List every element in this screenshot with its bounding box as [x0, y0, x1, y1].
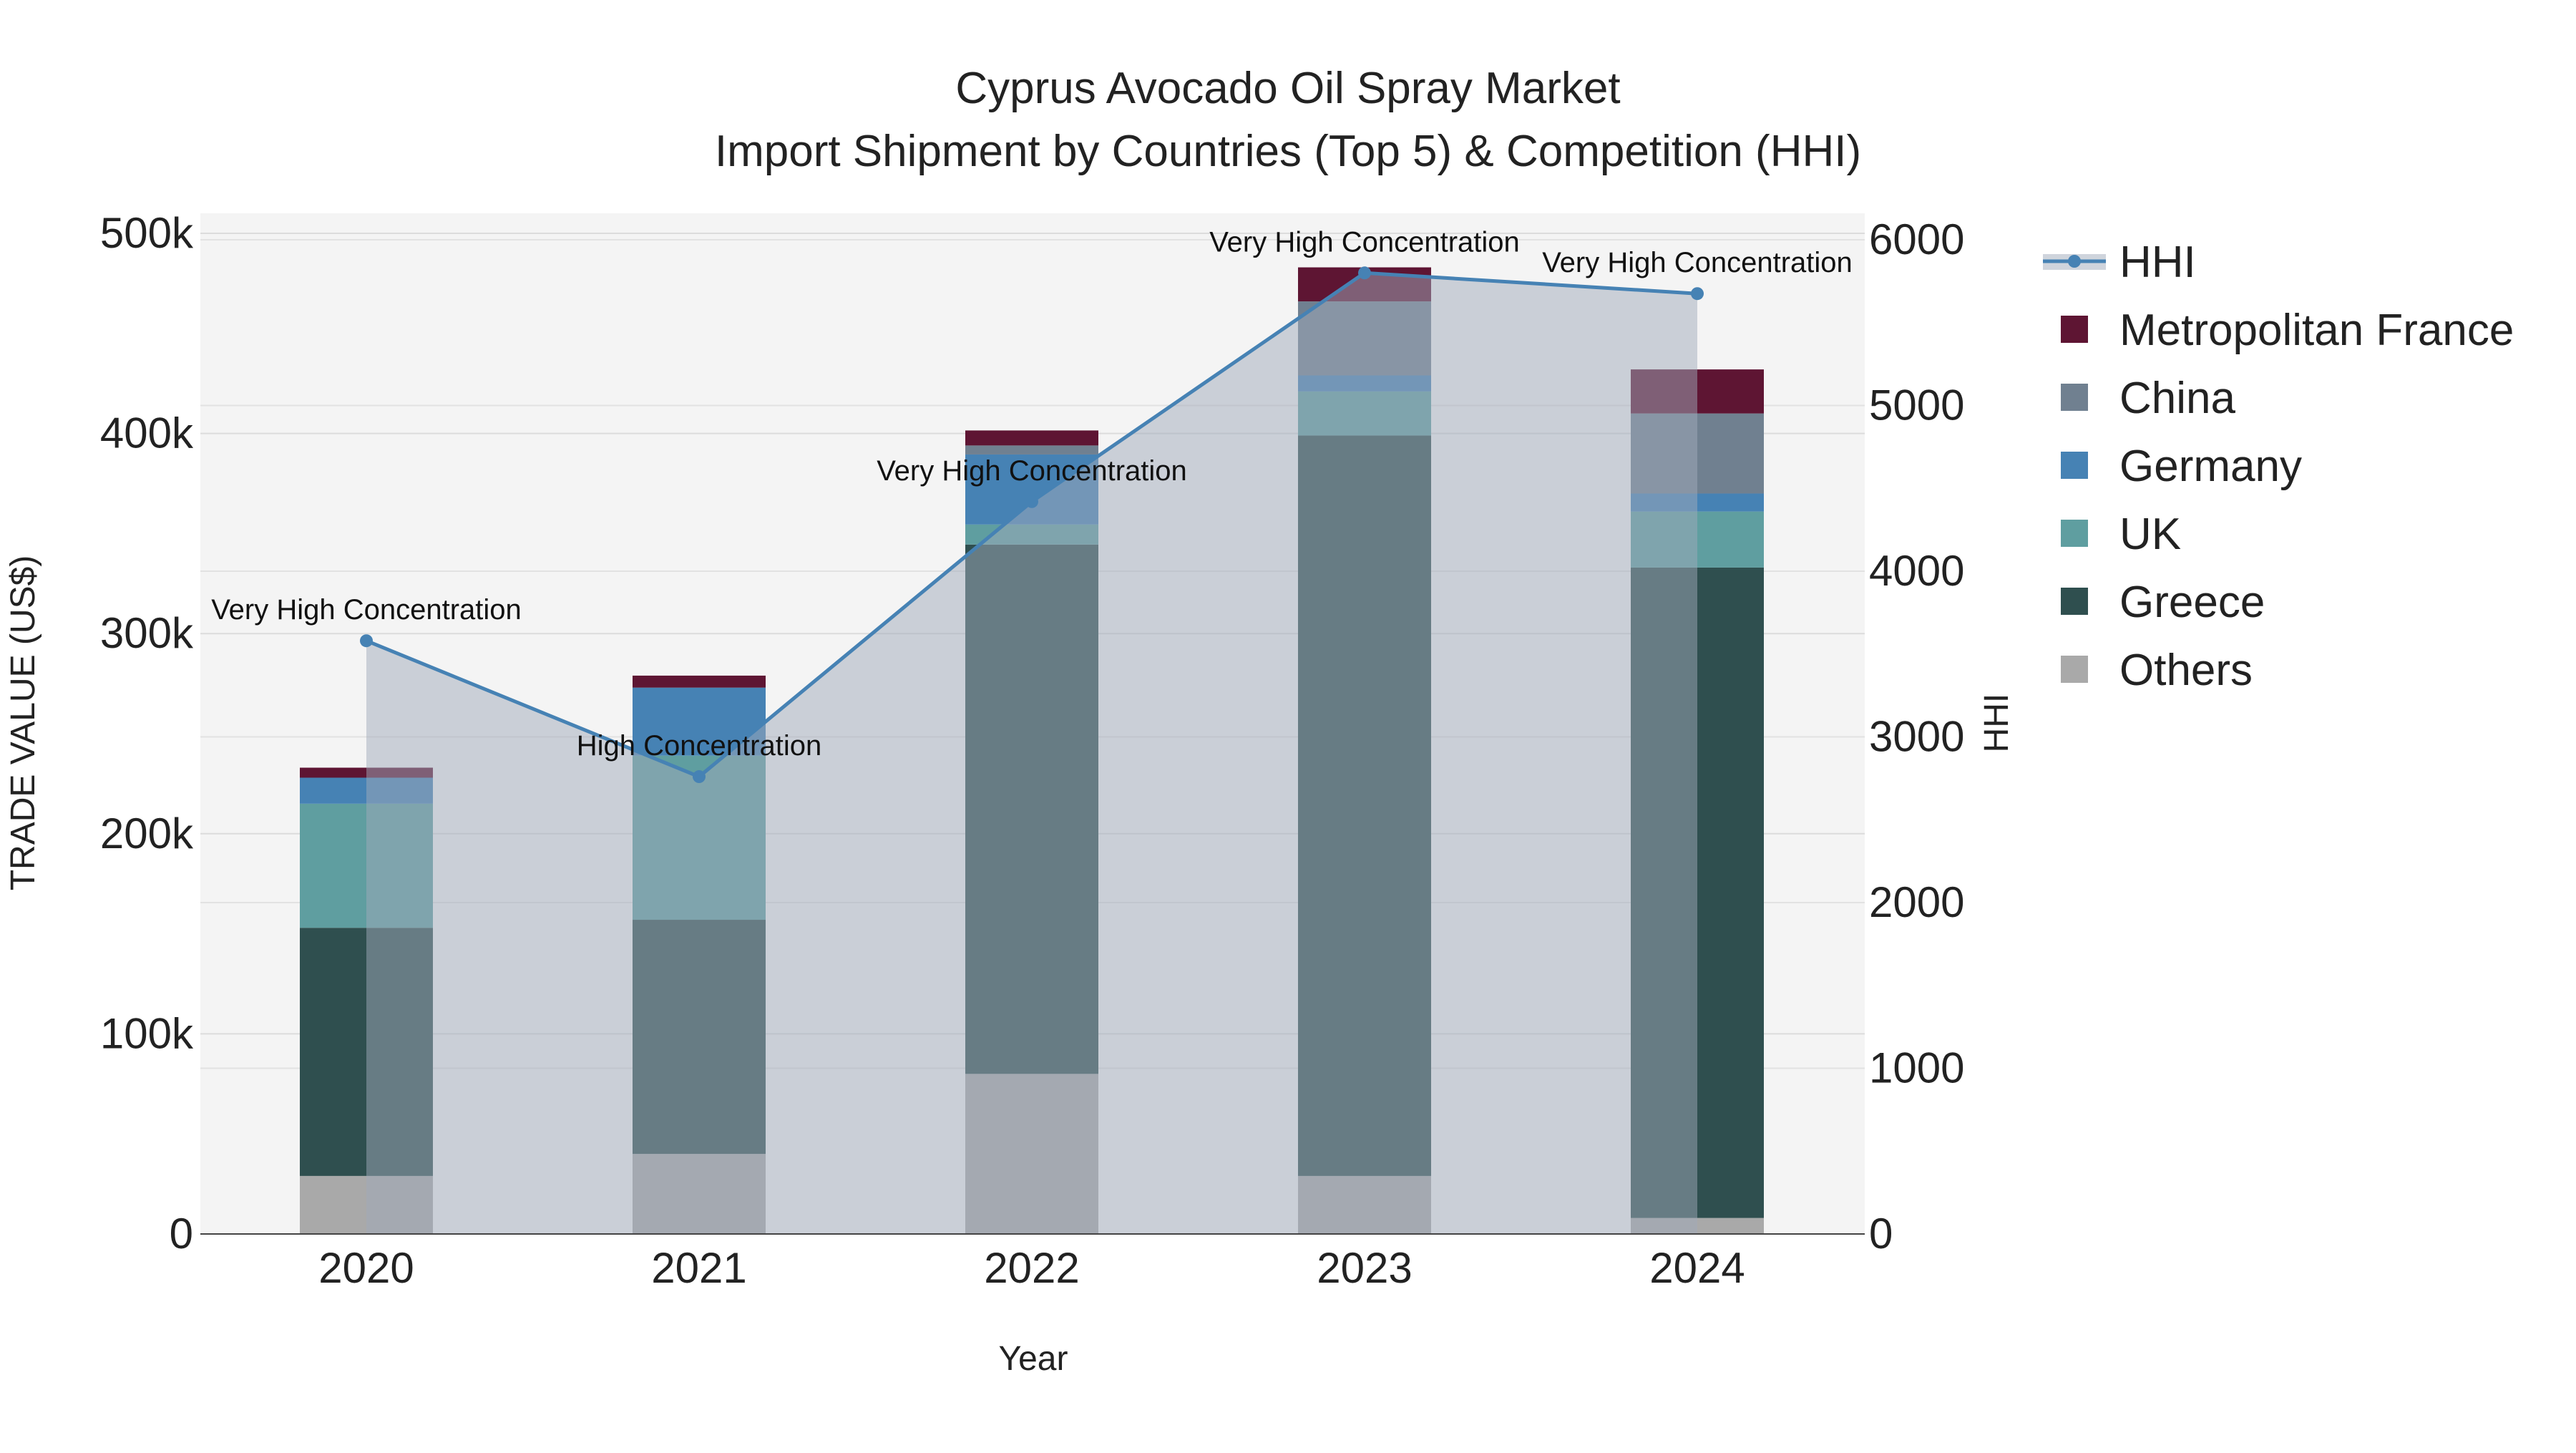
y-tick-label: 300k: [100, 609, 194, 657]
y-tick-label: 100k: [100, 1009, 194, 1057]
legend-swatch: [2061, 520, 2088, 547]
legend-label: China: [2119, 374, 2236, 423]
x-tick-label: 2021: [651, 1244, 746, 1292]
legend-swatch: [2061, 656, 2088, 683]
legend-swatch: [2061, 384, 2088, 411]
legend-label: Greece: [2119, 578, 2265, 627]
hhi-annotation: High Concentration: [577, 730, 821, 762]
hhi-point: [693, 770, 706, 784]
legend-label: UK: [2119, 510, 2181, 559]
legend-label: Germany: [2119, 442, 2302, 491]
y-axis-title: TRADE VALUE (US$): [4, 555, 42, 891]
y2-tick-label: 4000: [1869, 547, 1964, 595]
y-tick-label: 0: [170, 1210, 193, 1258]
y2-tick-label: 2000: [1869, 878, 1964, 926]
hhi-point: [1691, 287, 1704, 301]
legend-swatch: [2061, 588, 2088, 615]
y-tick-label: 500k: [100, 209, 194, 257]
legend: HHI Metropolitan France China Germany UK Gree…: [2043, 238, 2514, 695]
hhi-point: [1358, 266, 1371, 280]
hhi-point: [360, 634, 373, 648]
chart-title-line1: Cyprus Avocado Oil Spray Market: [955, 64, 1620, 113]
legend-label: Others: [2119, 646, 2253, 695]
hhi-point: [1025, 495, 1038, 508]
x-axis-title: Year: [999, 1340, 1068, 1378]
x-tick-label: 2023: [1317, 1244, 1412, 1292]
x-tick-label: 2020: [318, 1244, 414, 1292]
y2-tick-label: 6000: [1869, 215, 1964, 263]
legend-swatch: [2061, 316, 2088, 343]
legend-swatch: [2061, 452, 2088, 479]
y-tick-label: 400k: [100, 409, 194, 457]
hhi-annotation: Very High Concentration: [1542, 247, 1853, 278]
legend-label: Metropolitan France: [2119, 306, 2514, 355]
hhi-annotation: Very High Concentration: [877, 455, 1187, 487]
bar-metropolitan-france: [633, 675, 766, 688]
bar-metropolitan-france: [965, 430, 1098, 446]
y2-tick-label: 0: [1869, 1210, 1893, 1258]
hhi-annotation: Very High Concentration: [211, 594, 522, 626]
hhi-annotation: Very High Concentration: [1209, 226, 1520, 258]
y-tick-label: 200k: [100, 810, 194, 857]
y2-tick-label: 1000: [1869, 1044, 1964, 1092]
legend-hhi-marker: [2068, 255, 2081, 268]
bar-china: [965, 445, 1098, 455]
y2-axis-title: HHI: [1978, 694, 2016, 753]
legend-label: HHI: [2119, 238, 2196, 287]
x-tick-label: 2022: [984, 1244, 1079, 1292]
chart: Very High Concentration High Concentratio…: [4, 64, 2514, 1378]
x-tick-label: 2024: [1649, 1244, 1745, 1292]
y2-tick-label: 5000: [1869, 382, 1964, 429]
y2-tick-label: 3000: [1869, 713, 1964, 761]
chart-title-line2: Import Shipment by Countries (Top 5) & C…: [715, 127, 1861, 176]
